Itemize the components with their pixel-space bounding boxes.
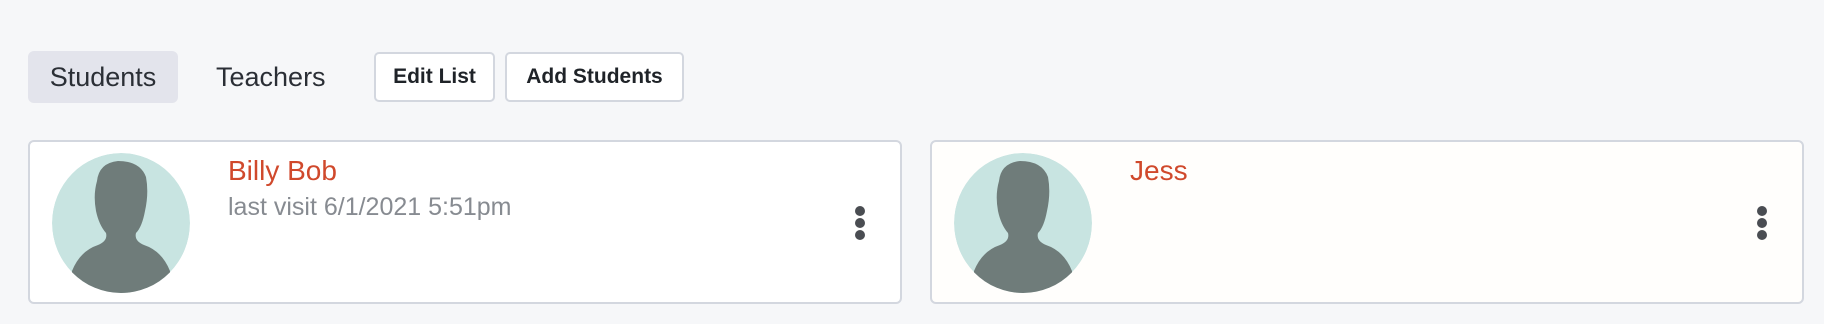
kebab-dot <box>1757 218 1767 228</box>
student-name-link[interactable]: Jess <box>1130 155 1188 187</box>
edit-list-button[interactable]: Edit List <box>374 52 495 102</box>
student-card[interactable]: Billy Bob last visit 6/1/2021 5:51pm <box>28 140 902 304</box>
roster-toolbar: Students Teachers Edit List Add Students <box>28 51 684 103</box>
kebab-dot <box>855 218 865 228</box>
more-vertical-icon[interactable] <box>850 204 870 242</box>
kebab-dot <box>855 206 865 216</box>
kebab-dot <box>855 230 865 240</box>
student-name-link[interactable]: Billy Bob <box>228 155 337 187</box>
tab-students[interactable]: Students <box>28 51 178 103</box>
avatar-icon <box>954 153 1092 293</box>
student-card[interactable]: Jess <box>930 140 1804 304</box>
avatar-icon <box>52 153 190 293</box>
kebab-dot <box>1757 206 1767 216</box>
tab-teachers[interactable]: Teachers <box>200 51 340 103</box>
more-vertical-icon[interactable] <box>1752 204 1772 242</box>
kebab-dot <box>1757 230 1767 240</box>
add-students-button[interactable]: Add Students <box>505 52 684 102</box>
last-visit-text: last visit 6/1/2021 5:51pm <box>228 193 512 221</box>
